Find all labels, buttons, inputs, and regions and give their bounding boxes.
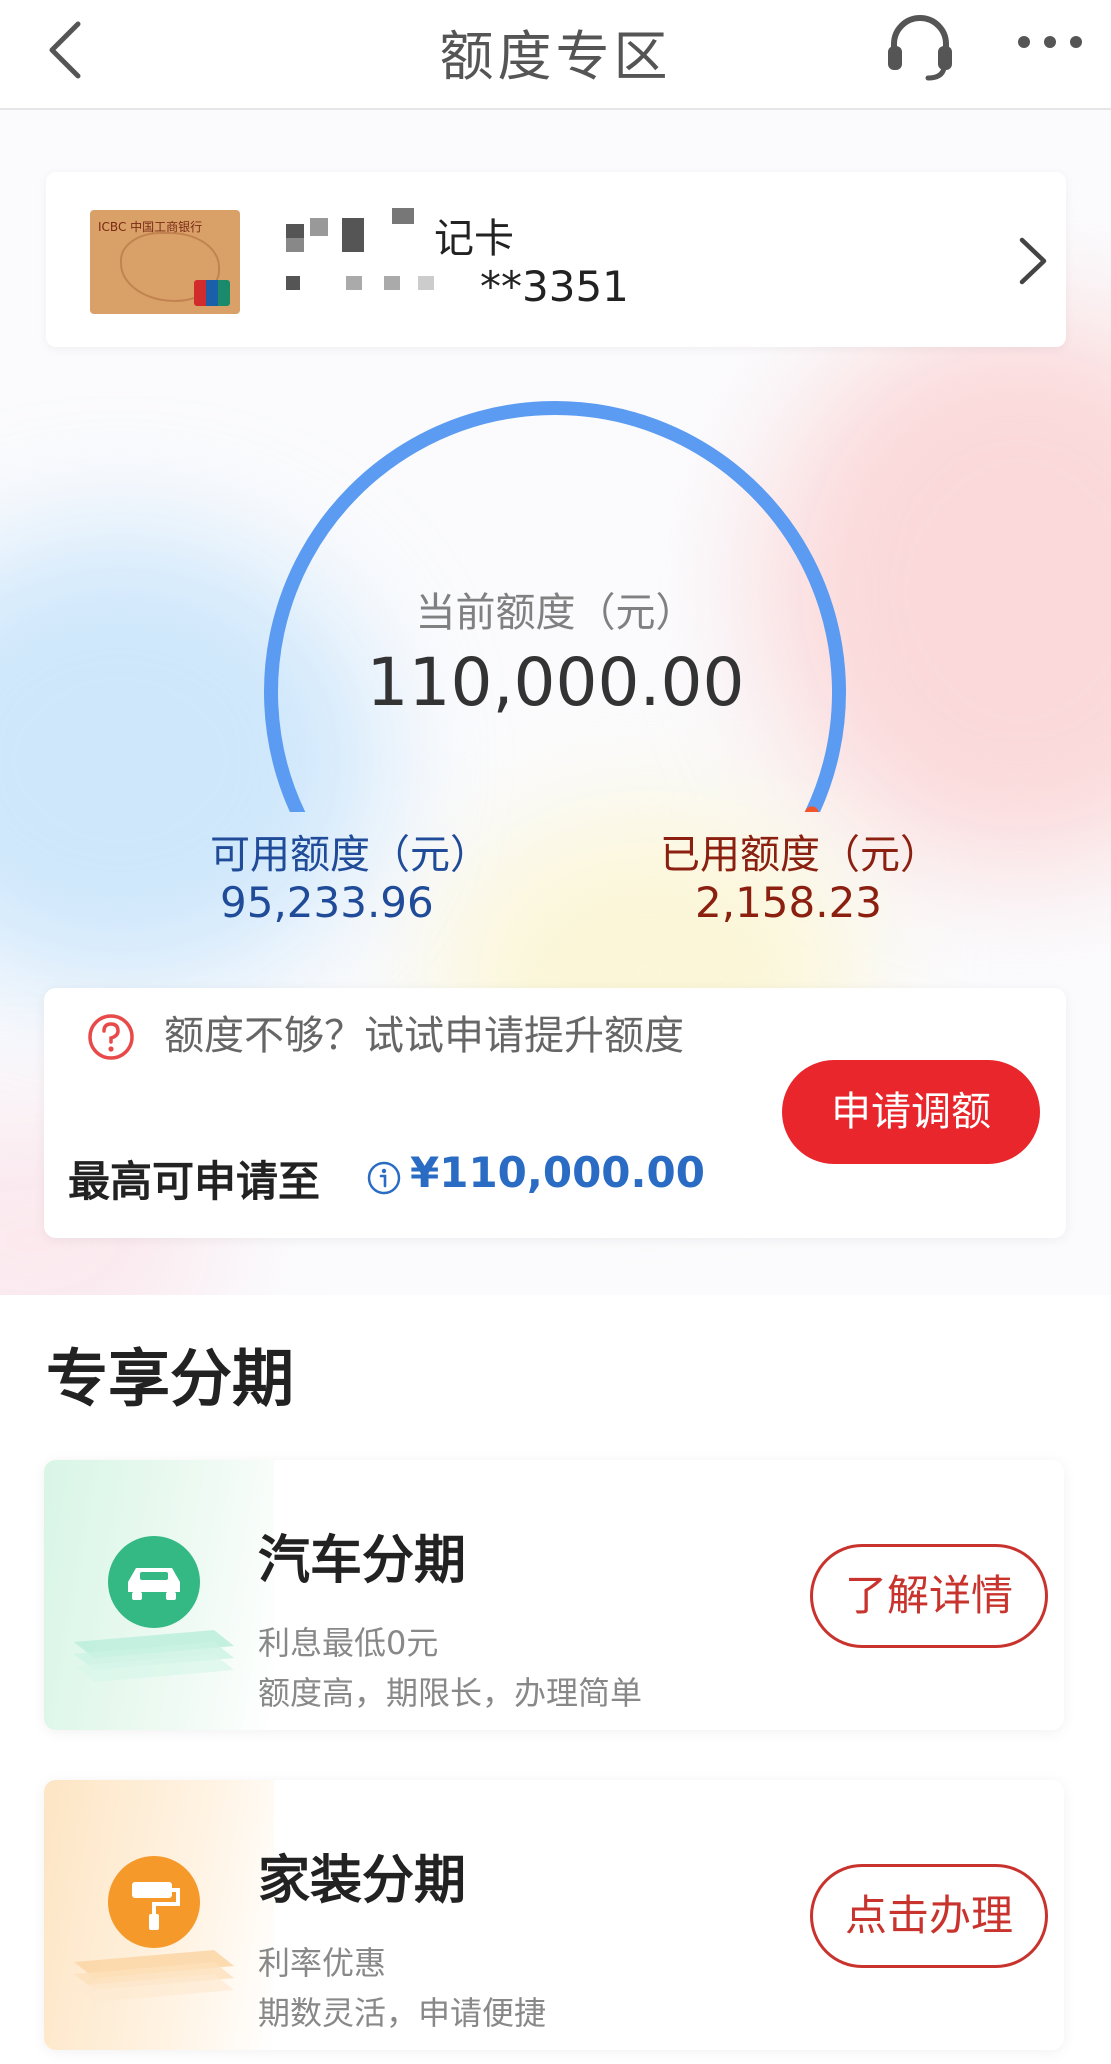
more-dots-icon [1018,36,1082,48]
masked-text [286,276,300,290]
masked-text [418,276,434,290]
available-limit-value: 95,233.96 [220,878,434,927]
unionpay-logo [194,280,230,306]
apply-now-button[interactable]: 点击办理 [810,1864,1048,1968]
car-icon [74,1536,234,1682]
available-limit-label: 可用额度（元） [210,832,490,878]
max-apply-label: 最高可申请至 [68,1157,321,1206]
promo-title: 家装分期 [258,1851,467,1911]
promo-subtitle: 利息最低0元 [258,1624,439,1662]
apply-adjust-button[interactable]: 申请调额 [782,1060,1040,1164]
promo-card-car[interactable]: 汽车分期 利息最低0元 额度高，期限长，办理简单 了解详情 [44,1460,1064,1730]
limit-increase-hint: 额度不够？试试申请提升额度 [164,1013,684,1059]
customer-service-button[interactable] [880,6,960,86]
more-button[interactable] [1010,20,1090,70]
masked-text [346,276,362,290]
card-chevron [1006,226,1056,296]
masked-text [286,238,304,252]
card-selector[interactable]: ICBC 中国工商银行 记卡 **3351 [46,172,1066,347]
headset-icon [888,15,952,81]
masked-text [392,208,414,224]
promo-subtitle: 利率优惠 [258,1944,387,1982]
used-limit-value: 2,158.23 [695,878,883,927]
promo-card-home[interactable]: 家装分期 利率优惠 期数灵活，申请便捷 点击办理 [44,1780,1064,2050]
masked-text [310,218,328,236]
current-limit-label: 当前额度（元） [415,590,696,636]
masked-text [384,276,400,290]
nav-bar: 额度专区 [0,0,1111,110]
question-icon [88,1014,134,1060]
learn-more-button[interactable]: 了解详情 [810,1544,1048,1648]
promo-title: 汽车分期 [258,1531,467,1591]
current-limit-value: 110,000.00 [366,644,745,721]
card-number: **3351 [480,262,629,311]
info-icon[interactable] [366,1160,402,1196]
chevron-right-icon [1019,237,1047,285]
card-name: 记卡 [434,216,514,262]
max-apply-value: ¥110,000.00 [410,1148,705,1197]
limit-increase-card: 额度不够？试试申请提升额度 最高可申请至 ¥110,000.00 申请调额 [44,988,1066,1238]
page: 额度专区 ICBC 中国工商银行 记卡 **3351 当前额度（元） 110,0… [0,0,1111,2064]
masked-text [342,218,364,252]
paint-roller-icon [74,1856,234,2002]
card-image: ICBC 中国工商银行 [90,210,240,314]
section-title: 专享分期 [46,1342,295,1415]
promo-description: 期数灵活，申请便捷 [258,1994,547,2032]
used-limit-label: 已用额度（元） [660,832,940,878]
promo-description: 额度高，期限长，办理简单 [258,1674,643,1712]
